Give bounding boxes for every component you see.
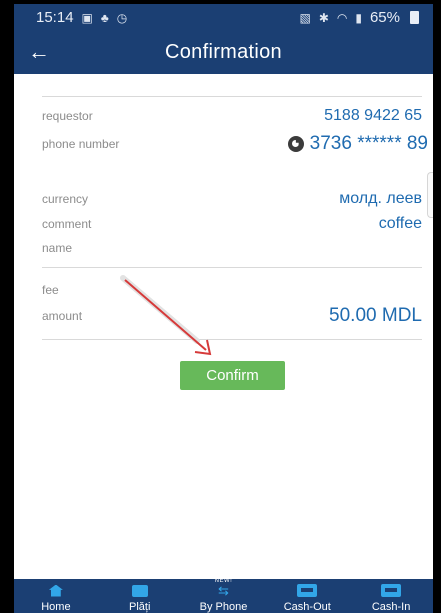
wifi-icon: ◠ xyxy=(336,10,348,25)
detail-row-amount: amount 50.00 MDL xyxy=(42,305,422,327)
alarm-icon: ◷ xyxy=(116,10,128,25)
signal-icon: ▮ xyxy=(355,10,362,25)
new-badge: NEW! xyxy=(214,578,233,584)
confirm-button[interactable]: Confirm xyxy=(180,361,285,390)
battery-icon xyxy=(410,11,419,24)
nav-cash-out[interactable]: Cash-Out xyxy=(267,582,347,613)
status-bar: 15:14 ▣ ♣ ◷ ▧ ✱ ◠ ▮ 65% xyxy=(14,4,433,31)
divider xyxy=(42,267,422,268)
nav-cash-in[interactable]: Cash-In xyxy=(351,582,431,613)
nav-home[interactable]: Home xyxy=(16,582,96,613)
status-time: 15:14 xyxy=(36,9,74,26)
nav-by-phone[interactable]: NEW! ⇆ By Phone xyxy=(183,578,263,613)
operator-icon xyxy=(287,136,304,152)
nav-label: Cash-In xyxy=(371,601,411,613)
divider xyxy=(42,96,422,97)
nav-label: By Phone xyxy=(199,601,248,613)
detail-row-fee: fee xyxy=(42,283,422,297)
home-icon xyxy=(48,584,63,597)
page-title: Confirmation xyxy=(165,41,282,63)
nav-label: Cash-Out xyxy=(283,601,331,613)
back-arrow-icon[interactable]: ← xyxy=(28,39,50,65)
usb-icon: ♣ xyxy=(100,10,109,25)
detail-row-comment: comment coffee xyxy=(42,215,422,233)
amount-value: 50.00 MDL xyxy=(329,305,422,326)
confirmation-details: requestor 5188 9422 65 phone number 3736… xyxy=(14,74,433,579)
currency-value: молд. леев xyxy=(339,190,422,207)
nav-label: Plăți xyxy=(128,601,151,613)
detail-row-requestor: requestor 5188 9422 65 xyxy=(42,107,422,125)
vibrate-icon: ▧ xyxy=(299,10,311,25)
divider xyxy=(42,339,422,340)
app-bar: ← Confirmation xyxy=(14,31,433,74)
phone-label: phone number xyxy=(42,137,120,151)
requestor-label: requestor xyxy=(42,109,93,123)
side-pull-tab[interactable] xyxy=(427,172,433,218)
atm-in-icon xyxy=(381,584,402,597)
battery-percent: 65% xyxy=(369,9,400,26)
atm-out-icon xyxy=(297,584,318,597)
bottom-navigation: Home Plăți NEW! ⇆ By Phone Cash-Out Cash… xyxy=(14,578,433,613)
comment-label: comment xyxy=(42,217,92,231)
detail-row-name: name xyxy=(42,241,422,255)
bluetooth-icon: ✱ xyxy=(318,10,329,25)
comment-value: coffee xyxy=(378,215,422,232)
nav-payments[interactable]: Plăți xyxy=(100,582,180,613)
phone-value: 3736 ****** 89 xyxy=(309,133,428,154)
name-label: name xyxy=(42,241,73,255)
currency-label: currency xyxy=(42,192,89,206)
fee-label: fee xyxy=(42,283,59,297)
gallery-icon: ▣ xyxy=(81,10,93,25)
requestor-value: 5188 9422 65 xyxy=(324,107,422,124)
nav-label: Home xyxy=(41,601,71,613)
phone-screen: 15:14 ▣ ♣ ◷ ▧ ✱ ◠ ▮ 65% ← Confirmation r… xyxy=(14,4,433,613)
wallet-icon xyxy=(131,584,148,597)
transfer-icon: ⇆ xyxy=(218,582,229,598)
detail-row-phone: phone number 3736 ****** 89 xyxy=(42,133,428,155)
detail-row-currency: currency молд. леев xyxy=(42,190,422,208)
amount-label: amount xyxy=(42,309,83,323)
